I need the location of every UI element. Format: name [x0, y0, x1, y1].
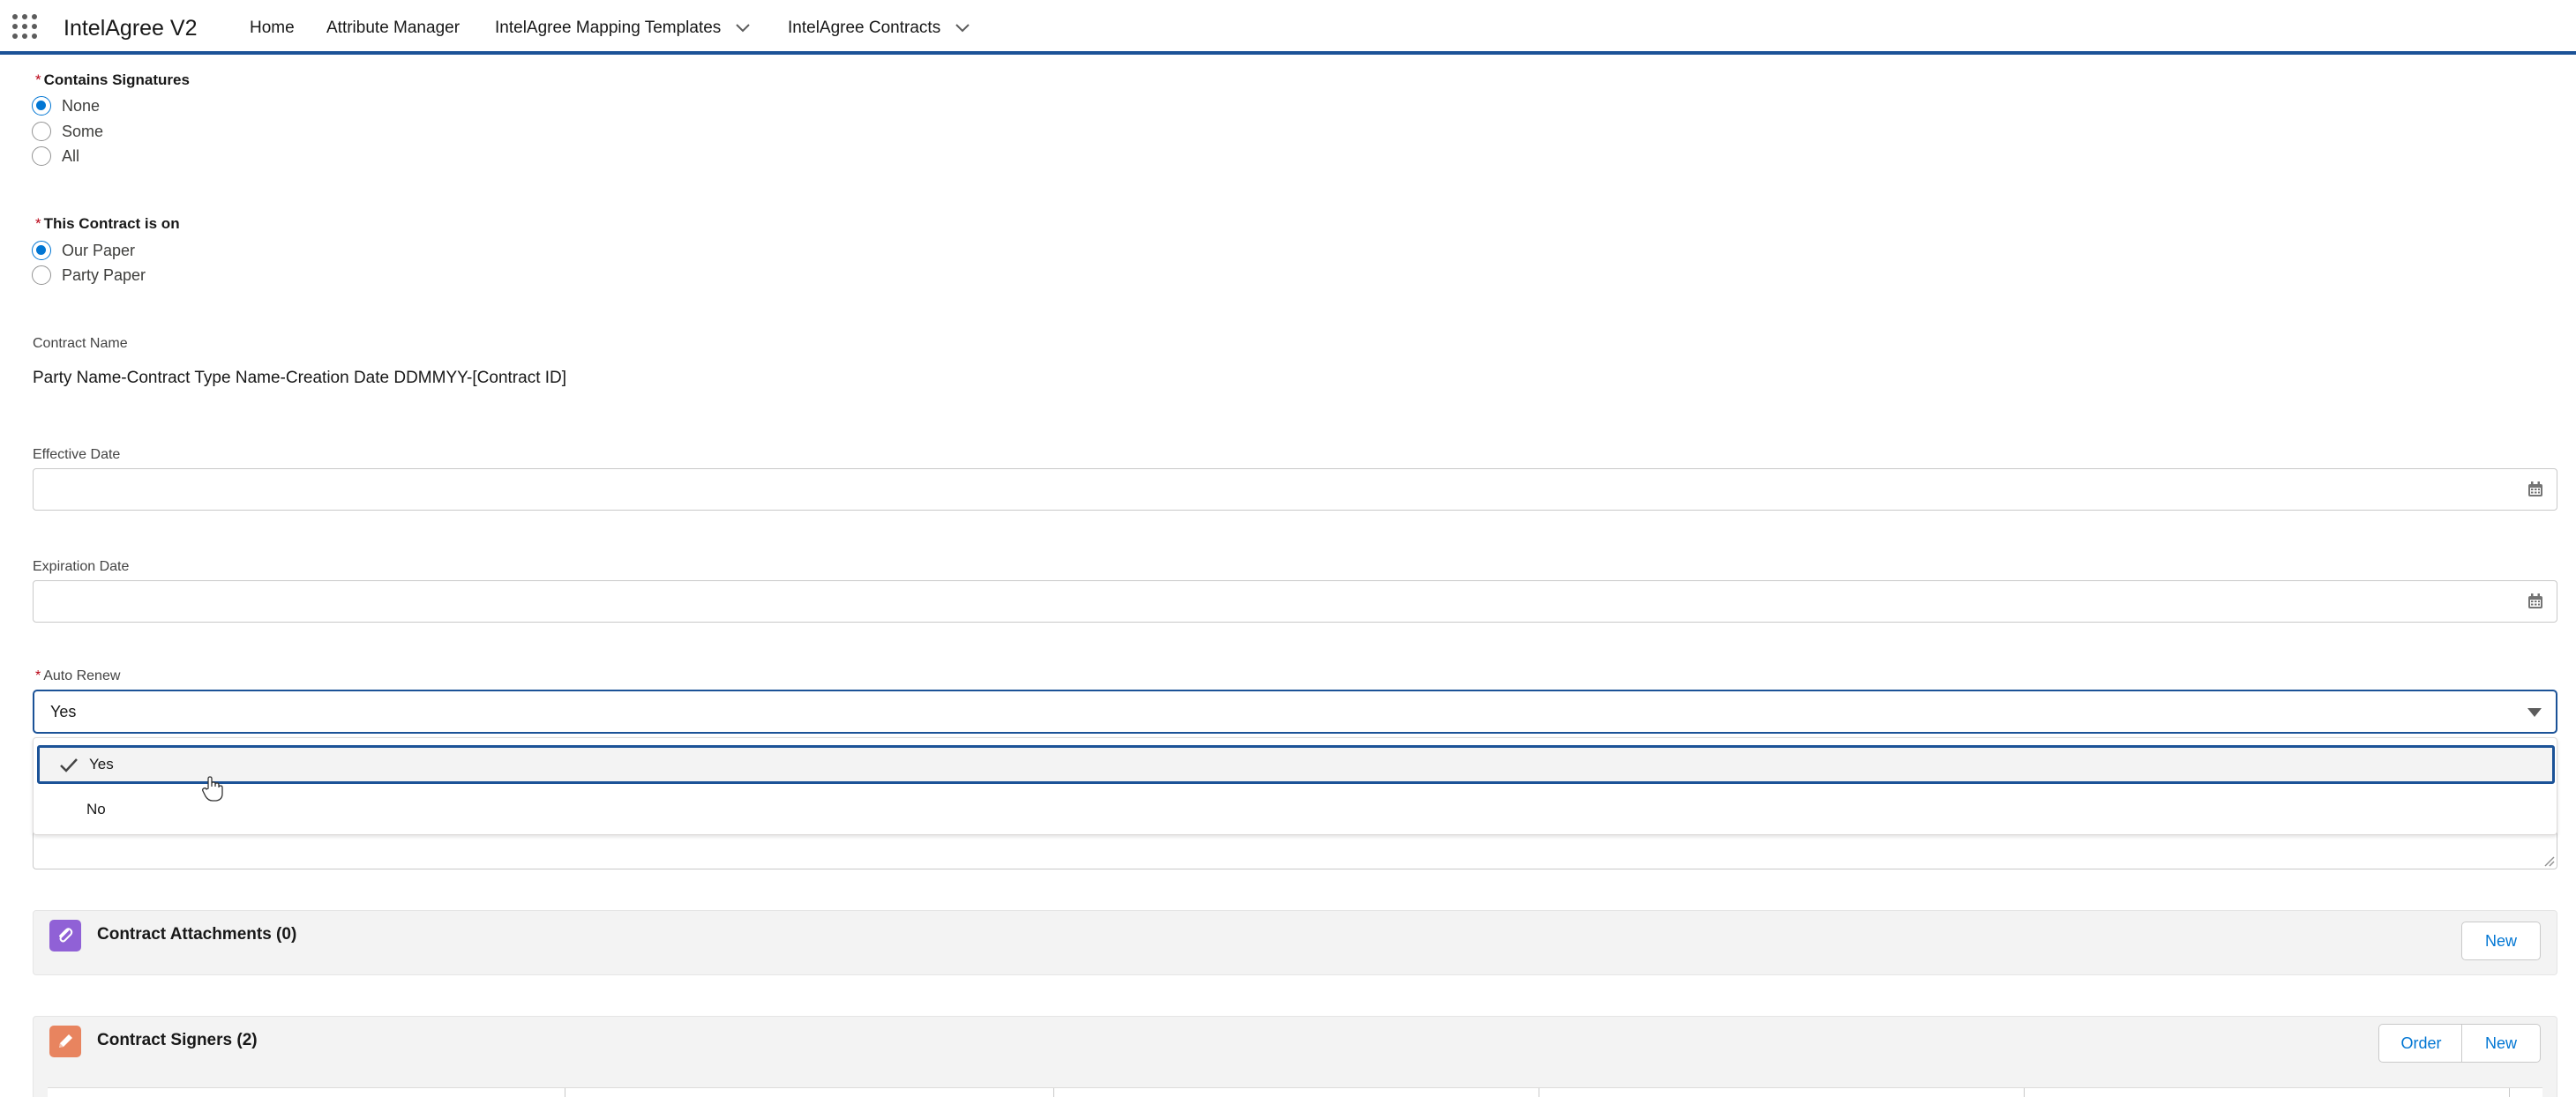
effective-date-label: Effective Date	[33, 447, 121, 462]
required-marker: *	[35, 215, 41, 232]
app-launcher-icon[interactable]	[12, 14, 41, 42]
radio-option-label: All	[62, 146, 80, 165]
auto-renew-option-no[interactable]: No	[37, 790, 2555, 829]
radio-contract-on-our-paper[interactable]: Our Paper	[32, 241, 135, 260]
contract-name-value: Party Name-Contract Type Name-Creation D…	[33, 369, 567, 387]
caret-down-icon[interactable]	[2526, 705, 2543, 717]
contract-attachments-title: Contract Attachments (0)	[97, 925, 297, 944]
option-label: No	[86, 801, 106, 817]
contract-signers-card: Contract Signers (2) Order New	[33, 1016, 2557, 1097]
chevron-down-icon[interactable]	[953, 19, 972, 38]
nav-tab-mapping-templates-label: IntelAgree Mapping Templates	[495, 19, 722, 37]
contract-signers-title: Contract Signers (2)	[97, 1031, 258, 1049]
auto-renew-selected-value: Yes	[50, 702, 77, 720]
nav-tab-contracts-label: IntelAgree Contracts	[788, 19, 941, 37]
calendar-icon[interactable]	[2527, 593, 2544, 610]
radio-contract-on-party-paper[interactable]: Party Paper	[32, 265, 146, 285]
radio-button-checked[interactable]	[32, 241, 51, 260]
nav-tab-attribute-manager-label: Attribute Manager	[326, 19, 461, 37]
contains-signatures-label: * Contains Signatures	[35, 71, 190, 89]
column-divider[interactable]	[2024, 1088, 2025, 1097]
contract-attachments-card: Contract Attachments (0) New	[33, 910, 2557, 975]
resize-handle-icon[interactable]	[2542, 854, 2555, 867]
expiration-date-label: Expiration Date	[33, 559, 130, 574]
auto-renew-combobox[interactable]: Yes	[33, 690, 2557, 734]
nav-tab-attribute-manager[interactable]: Attribute Manager	[326, 19, 460, 38]
radio-contains-signatures-all[interactable]: All	[32, 146, 79, 166]
auto-renew-label-text: Auto Renew	[43, 668, 121, 683]
radio-option-label: Some	[62, 122, 104, 140]
new-attachment-button[interactable]: New	[2461, 922, 2541, 960]
contract-on-label-text: This Contract is on	[43, 215, 180, 232]
nav-tab-mapping-templates[interactable]: IntelAgree Mapping Templates	[495, 19, 753, 38]
new-signer-button[interactable]: New	[2461, 1024, 2541, 1063]
radio-option-label: Party Paper	[62, 265, 146, 284]
effective-date-input[interactable]	[33, 468, 2557, 511]
paperclip-icon	[49, 920, 81, 951]
nav-tab-contracts[interactable]: IntelAgree Contracts	[788, 19, 972, 38]
option-label: Yes	[89, 756, 114, 772]
required-marker: *	[35, 668, 41, 683]
radio-option-label: None	[62, 96, 101, 115]
column-divider[interactable]	[1053, 1088, 1054, 1097]
expiration-date-input[interactable]	[33, 580, 2557, 623]
chevron-down-icon[interactable]	[733, 19, 753, 38]
nav-tab-home[interactable]: Home	[250, 19, 295, 38]
check-icon	[59, 757, 79, 773]
radio-button[interactable]	[32, 265, 51, 285]
radio-contains-signatures-none[interactable]: None	[32, 96, 100, 116]
pencil-icon	[49, 1026, 81, 1057]
contract-on-label: * This Contract is on	[35, 215, 180, 233]
radio-button[interactable]	[32, 146, 51, 166]
auto-renew-option-yes[interactable]: Yes	[37, 745, 2555, 784]
contract-name-label: Contract Name	[33, 336, 128, 351]
nav-tab-home-label: Home	[250, 19, 295, 37]
radio-button[interactable]	[32, 122, 51, 141]
auto-renew-dropdown-list: Yes No	[33, 737, 2557, 835]
radio-button-checked[interactable]	[32, 96, 51, 116]
order-signers-button[interactable]: Order	[2378, 1024, 2463, 1063]
calendar-icon[interactable]	[2527, 481, 2544, 498]
radio-option-label: Our Paper	[62, 241, 136, 259]
auto-renew-label: * Auto Renew	[35, 668, 120, 684]
contains-signatures-label-text: Contains Signatures	[43, 71, 190, 88]
column-divider[interactable]	[2509, 1088, 2510, 1097]
required-marker: *	[35, 71, 41, 88]
global-navigation-bar: IntelAgree V2 Home Attribute Manager Int…	[0, 0, 2576, 55]
radio-contains-signatures-some[interactable]: Some	[32, 122, 103, 141]
app-name: IntelAgree V2	[64, 16, 198, 41]
signers-table-header	[48, 1087, 2542, 1097]
